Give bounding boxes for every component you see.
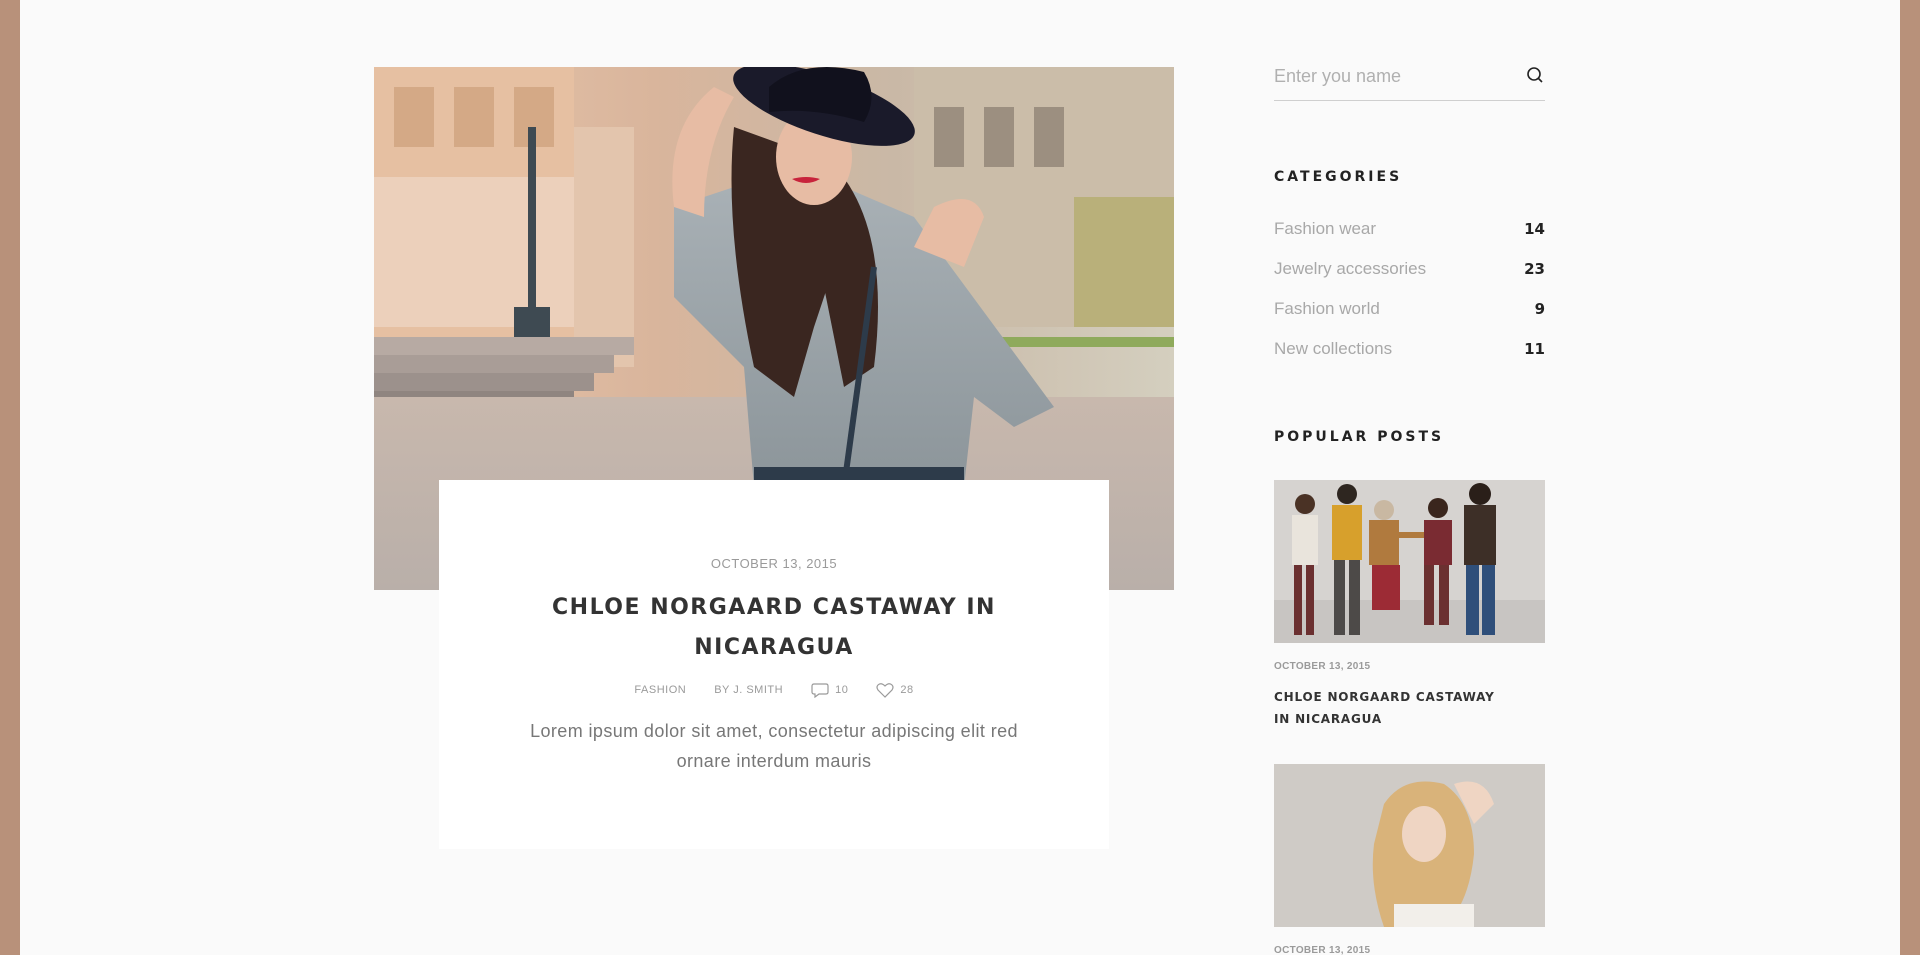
category-label: Fashion world (1274, 299, 1380, 318)
category-label: Fashion wear (1274, 219, 1377, 238)
sidebar: CATEGORIES Fashion wear 14 Jewelry acces… (1274, 52, 1545, 955)
like-count: 28 (900, 684, 914, 696)
categories-list: Fashion wear 14 Jewelry accessories 23 F… (1274, 209, 1545, 369)
category-item[interactable]: Fashion wear 14 (1274, 209, 1545, 249)
category-label: Jewelry accessories (1274, 259, 1427, 278)
categories-title: CATEGORIES (1274, 169, 1403, 185)
category-item[interactable]: Fashion world 9 (1274, 289, 1545, 329)
post-author-link[interactable]: BY J. SMITH (714, 684, 783, 696)
post-meta: FASHION BY J. SMITH 10 28 (439, 682, 1109, 698)
blonde-woman-photo (1274, 764, 1545, 927)
category-count: 9 (1534, 300, 1545, 318)
category-count: 11 (1524, 340, 1545, 358)
popular-posts-title: POPULAR POSTS (1274, 429, 1445, 445)
group-of-friends-photo (1274, 480, 1545, 643)
post-date: OCTOBER 13, 2015 (710, 556, 838, 571)
heart-icon (876, 683, 894, 698)
search-box (1274, 52, 1545, 101)
comment-count: 10 (835, 684, 849, 696)
comment-icon (811, 683, 829, 698)
search-input[interactable] (1274, 62, 1514, 90)
post-card: OCTOBER 13, 2015 CHLOE NORGAARD CASTAWAY… (439, 480, 1109, 849)
category-count: 23 (1524, 260, 1545, 278)
popular-post-title[interactable]: CHLOE NORGAARD CASTAWAY IN NICARAGUA (1274, 686, 1504, 730)
post-likes[interactable]: 28 (876, 682, 913, 698)
popular-post-date: OCTOBER 13, 2015 (1274, 945, 1371, 955)
page: OCTOBER 13, 2015 CHLOE NORGAARD CASTAWAY… (20, 0, 1900, 955)
popular-post-thumbnail[interactable] (1274, 764, 1545, 927)
popular-post: OCTOBER 13, 2015 (1274, 764, 1545, 955)
post-comments[interactable]: 10 (811, 682, 848, 698)
popular-post-thumbnail[interactable] (1274, 480, 1545, 643)
category-label: New collections (1274, 339, 1393, 358)
post-title[interactable]: CHLOE NORGAARD CASTAWAY IN NICARAGUA (519, 588, 1029, 668)
popular-post: OCTOBER 13, 2015 CHLOE NORGAARD CASTAWAY… (1274, 480, 1545, 730)
popular-post-date: OCTOBER 13, 2015 (1274, 661, 1371, 672)
post-category-link[interactable]: FASHION (634, 684, 686, 696)
search-icon[interactable] (1525, 65, 1545, 85)
post-excerpt: Lorem ipsum dolor sit amet, consectetur … (530, 721, 1018, 771)
category-item[interactable]: New collections 11 (1274, 329, 1545, 369)
category-count: 14 (1524, 220, 1545, 238)
category-item[interactable]: Jewelry accessories 23 (1274, 249, 1545, 289)
